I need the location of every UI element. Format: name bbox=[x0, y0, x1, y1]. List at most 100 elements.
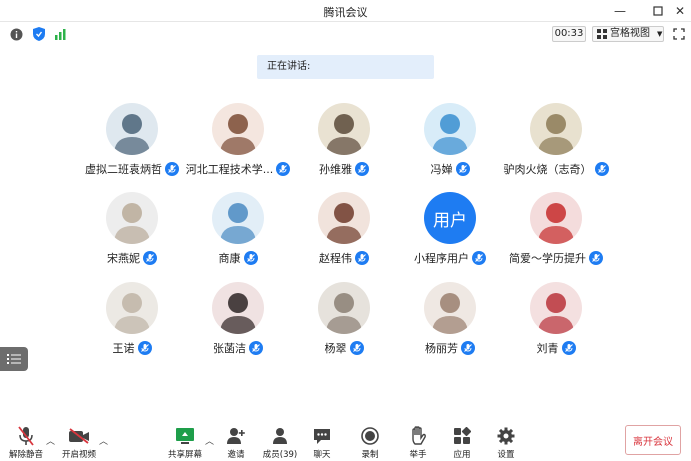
record-label: 录制 bbox=[361, 450, 379, 460]
participant-name-row: 杨丽芳 bbox=[390, 339, 510, 357]
avatar bbox=[530, 103, 582, 155]
record-button[interactable]: 录制 bbox=[350, 426, 390, 460]
participant-tile[interactable]: 刘青 bbox=[496, 282, 616, 358]
microphone-muted-icon bbox=[355, 162, 369, 176]
meeting-timer: 00:33 bbox=[552, 26, 586, 42]
camera-off-icon bbox=[68, 426, 90, 446]
participant-tile[interactable]: 简爱～学历提升 bbox=[496, 192, 616, 268]
gear-icon bbox=[495, 426, 517, 446]
participant-name-row: 小程序用户 bbox=[390, 249, 510, 267]
view-mode-label: 宫格视图 bbox=[610, 28, 650, 39]
invite-button[interactable]: 邀请 bbox=[216, 426, 256, 460]
participant-name-row: 孙维雅 bbox=[284, 160, 404, 178]
avatar bbox=[318, 192, 370, 244]
shield-icon[interactable] bbox=[32, 27, 46, 41]
members-label: 成员(39) bbox=[262, 450, 298, 460]
avatar bbox=[318, 282, 370, 334]
chat-label: 聊天 bbox=[313, 450, 331, 460]
participant-name-row: 张菡洁 bbox=[178, 339, 298, 357]
participant-name: 孙维雅 bbox=[319, 163, 352, 176]
participant-tile[interactable]: 冯婵 bbox=[390, 103, 510, 179]
share-screen-button[interactable]: 共享屏幕 bbox=[165, 426, 205, 460]
avatar bbox=[530, 282, 582, 334]
microphone-muted-icon bbox=[594, 162, 609, 176]
view-mode-button[interactable]: 宫格视图 ▼ bbox=[592, 26, 664, 42]
apps-button[interactable]: 应用 bbox=[442, 426, 482, 460]
grid-icon bbox=[597, 29, 607, 39]
avatar bbox=[424, 282, 476, 334]
title-bar: 腾讯会议 — ✕ bbox=[0, 0, 691, 22]
list-icon bbox=[7, 354, 21, 364]
window-title: 腾讯会议 bbox=[323, 6, 368, 19]
invite-label: 邀请 bbox=[227, 450, 245, 460]
audio-options-caret-icon[interactable]: ︿ bbox=[46, 434, 56, 447]
video-options-caret-icon[interactable]: ︿ bbox=[99, 434, 109, 447]
participant-tile[interactable]: 商康 bbox=[178, 192, 298, 268]
share-screen-icon bbox=[174, 426, 196, 446]
participant-tile[interactable]: 河北工程技术学... bbox=[178, 103, 298, 179]
microphone-muted-icon bbox=[461, 341, 475, 355]
participant-name-row: 宋燕妮 bbox=[72, 249, 192, 267]
info-icon[interactable] bbox=[9, 27, 23, 41]
signal-icon[interactable] bbox=[54, 27, 68, 41]
participant-name-row: 简爱～学历提升 bbox=[496, 249, 616, 267]
participant-name: 简爱～学历提升 bbox=[509, 252, 586, 265]
microphone-muted-icon bbox=[165, 162, 179, 176]
meeting-toolbar: 00:33 宫格视图 ▼ bbox=[0, 23, 691, 45]
unmute-button[interactable]: 解除静音 bbox=[6, 426, 46, 460]
participant-name: 王诺 bbox=[112, 342, 135, 355]
participant-name: 张菡洁 bbox=[213, 342, 246, 355]
bottom-control-bar: 解除静音 ︿ 开启视频 ︿ 共享屏幕 ︿ 邀请 成员(39) 聊天 录制 举手 … bbox=[0, 421, 691, 461]
avatar bbox=[106, 282, 158, 334]
microphone-muted-icon bbox=[589, 251, 603, 265]
participant-name-row: 刘青 bbox=[496, 339, 616, 357]
minimize-icon[interactable]: — bbox=[612, 3, 628, 19]
participant-name-row: 虚拟二班袁炳哲 bbox=[72, 160, 192, 178]
start-video-button[interactable]: 开启视频 bbox=[59, 426, 99, 460]
participant-name: 驴肉火烧（志奇） bbox=[503, 163, 592, 176]
maximize-icon[interactable] bbox=[650, 3, 666, 19]
sidebar-toggle[interactable] bbox=[0, 347, 28, 371]
participant-tile[interactable]: 驴肉火烧（志奇） bbox=[496, 103, 616, 179]
microphone-muted-icon bbox=[143, 251, 157, 265]
participant-name: 赵程伟 bbox=[319, 252, 352, 265]
avatar bbox=[212, 282, 264, 334]
avatar bbox=[106, 192, 158, 244]
participant-name: 小程序用户 bbox=[414, 252, 469, 265]
participant-tile[interactable]: 赵程伟 bbox=[284, 192, 404, 268]
participant-name-row: 冯婵 bbox=[390, 160, 510, 178]
avatar bbox=[424, 103, 476, 155]
microphone-muted-icon bbox=[561, 341, 576, 355]
avatar bbox=[212, 103, 264, 155]
leave-meeting-button[interactable]: 离开会议 bbox=[625, 425, 681, 455]
participant-tile[interactable]: 杨丽芳 bbox=[390, 282, 510, 358]
participant-tile[interactable]: 用户 小程序用户 bbox=[390, 192, 510, 268]
raise-hand-button[interactable]: 举手 bbox=[398, 426, 438, 460]
participant-tile[interactable]: 虚拟二班袁炳哲 bbox=[72, 103, 192, 179]
record-icon bbox=[359, 426, 381, 446]
settings-button[interactable]: 设置 bbox=[486, 426, 526, 460]
active-speaker-banner: 正在讲话: bbox=[257, 55, 434, 79]
start-video-label: 开启视频 bbox=[61, 450, 96, 460]
participant-tile[interactable]: 王诺 bbox=[72, 282, 192, 358]
participant-name: 宋燕妮 bbox=[107, 252, 140, 265]
avatar bbox=[530, 192, 582, 244]
participant-name: 河北工程技术学... bbox=[185, 163, 274, 176]
share-screen-label: 共享屏幕 bbox=[167, 450, 202, 460]
microphone-muted-icon bbox=[249, 341, 263, 355]
close-icon[interactable]: ✕ bbox=[672, 3, 688, 19]
chat-icon bbox=[311, 426, 333, 446]
unmute-label: 解除静音 bbox=[8, 450, 43, 460]
caret-down-icon: ▼ bbox=[657, 30, 663, 38]
participant-tile[interactable]: 孙维雅 bbox=[284, 103, 404, 179]
participant-tile[interactable]: 宋燕妮 bbox=[72, 192, 192, 268]
members-button[interactable]: 成员(39) bbox=[260, 426, 300, 460]
share-options-caret-icon[interactable]: ︿ bbox=[205, 434, 215, 447]
participant-tile[interactable]: 张菡洁 bbox=[178, 282, 298, 358]
microphone-muted-icon bbox=[137, 341, 152, 355]
participant-name-row: 赵程伟 bbox=[284, 249, 404, 267]
chat-button[interactable]: 聊天 bbox=[302, 426, 342, 460]
participant-tile[interactable]: 杨翠 bbox=[284, 282, 404, 358]
fullscreen-icon[interactable] bbox=[672, 27, 686, 41]
participant-name-row: 商康 bbox=[178, 249, 298, 267]
